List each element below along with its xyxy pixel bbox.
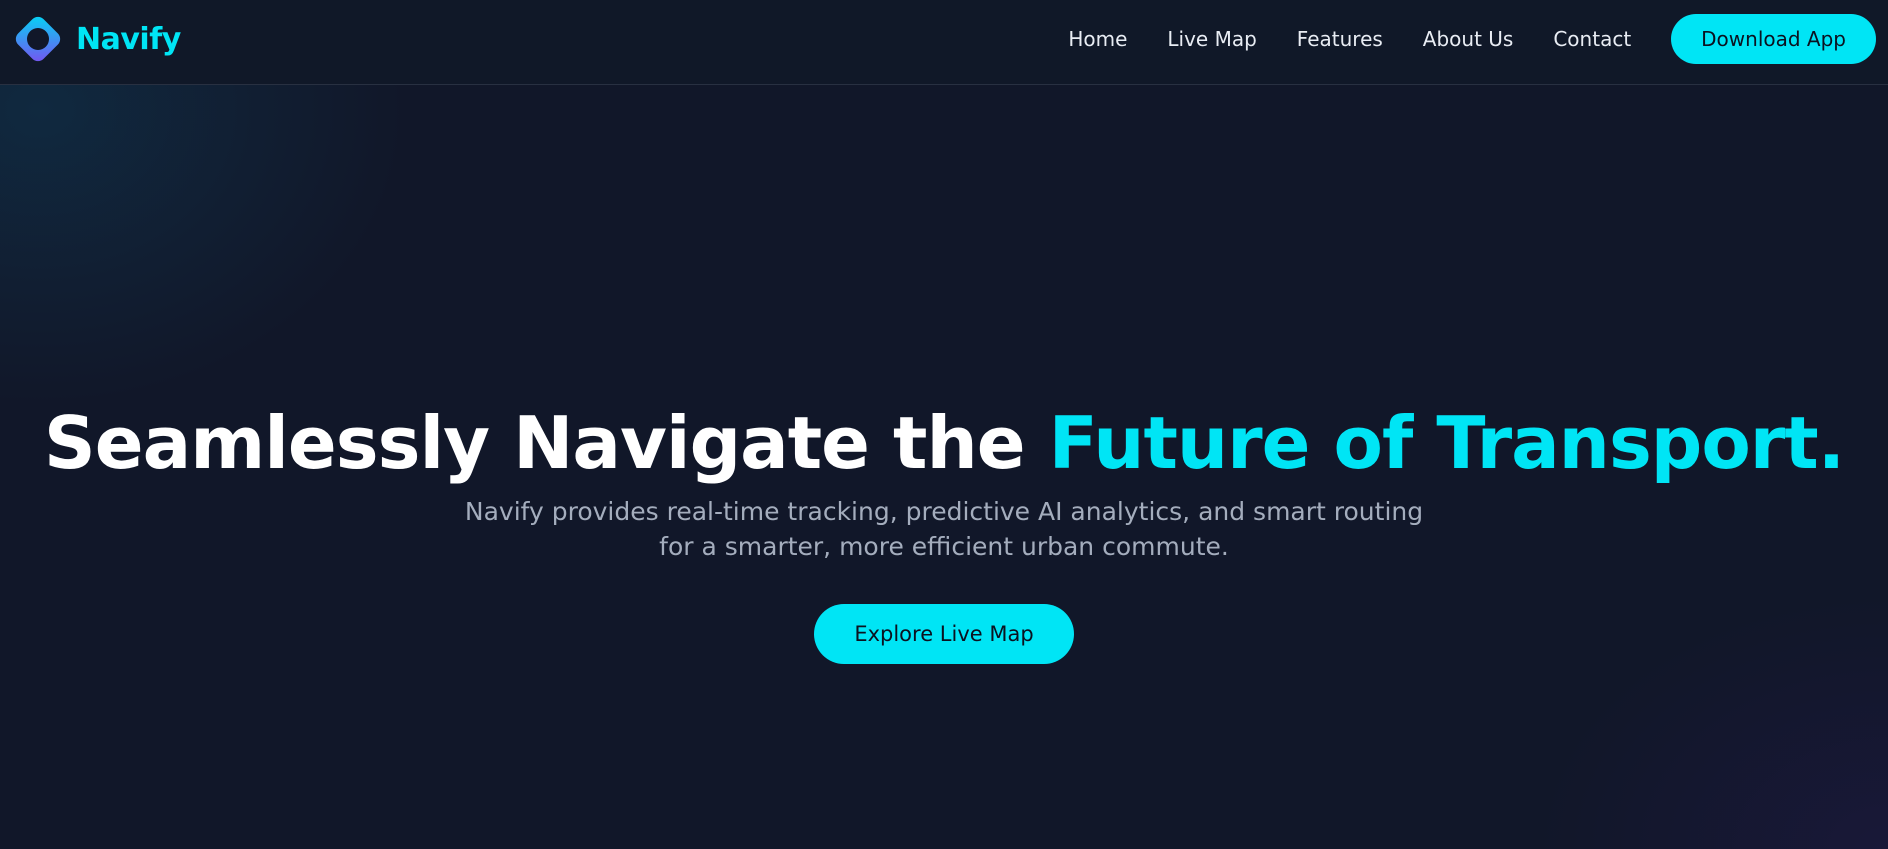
hero-title: Seamlessly Navigate the Future of Transp… — [0, 400, 1888, 486]
hero-title-main: Seamlessly Navigate the — [43, 401, 1049, 485]
nav-link-live-map[interactable]: Live Map — [1167, 27, 1256, 51]
nav-link-home[interactable]: Home — [1068, 27, 1127, 51]
navify-logo-icon — [15, 16, 61, 62]
hero-subtitle: Navify provides real-time tracking, pred… — [464, 497, 1424, 561]
brand-name: Navify — [76, 21, 181, 57]
main-nav: Home Live Map Features About Us Contact … — [1068, 0, 1876, 78]
hero-title-accent: Future of Transport. — [1048, 401, 1845, 485]
download-app-button[interactable]: Download App — [1671, 14, 1876, 64]
explore-live-map-button[interactable]: Explore Live Map — [814, 604, 1074, 664]
hero-section: Seamlessly Navigate the Future of Transp… — [0, 400, 1888, 664]
brand[interactable]: Navify — [10, 11, 181, 67]
nav-link-features[interactable]: Features — [1297, 27, 1383, 51]
nav-link-contact[interactable]: Contact — [1553, 27, 1631, 51]
nav-link-about-us[interactable]: About Us — [1423, 27, 1514, 51]
top-navbar: Navify Home Live Map Features About Us C… — [0, 0, 1888, 85]
